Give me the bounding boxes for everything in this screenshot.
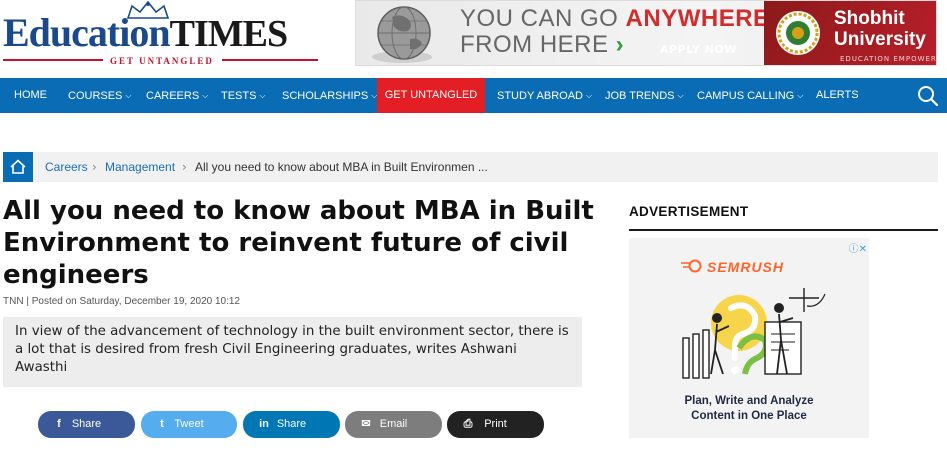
sidebar-ad-caption-line2: Content in One Place [691,410,807,422]
breadcrumb-separator: › [92,160,97,174]
logo-rule-left [3,59,103,61]
ad-headline-1: YOU CAN GO ANYWHERE [460,5,770,33]
share-email-label: Email [379,418,408,430]
logo-education: Education [3,10,171,55]
nav-get-untangled-label: GET UNTANGLED [384,89,478,101]
breadcrumb-careers[interactable]: Careers [45,152,88,182]
logo-times: TIMES [169,13,288,55]
ad-apply-now[interactable]: APPLY NOW [660,43,737,56]
chevron-down-icon: ⌵ [586,91,593,100]
site-logo[interactable]: EducationTIMES GET UNTANGLED [0,0,330,72]
chevron-down-icon: ⌵ [797,91,804,100]
ad-illustration-icon [682,288,826,379]
advertisement-heading: ADVERTISEMENT [629,204,749,219]
nav-campus-calling[interactable]: CAMPUS CALLING ⌵ [697,78,803,113]
nav-courses-label: COURSES [68,90,123,102]
main-nav: HOME COURSES ⌵ CAREERS ⌵ TESTS ⌵ SCHOLARSHI… [0,78,947,113]
nav-careers[interactable]: CAREERS ⌵ [146,78,208,113]
nav-courses[interactable]: COURSES ⌵ [68,78,131,113]
nav-scholarships-label: SCHOLARSHIPS [282,90,369,102]
semrush-flame-icon [681,259,702,273]
home-icon [10,159,26,174]
share-print-label: Print [484,418,507,430]
ad-brand-line1: Shobhit [834,8,905,29]
article-title: All you need to know about MBA in Built … [3,196,594,290]
header-ad-banner[interactable]: YOU CAN GO ANYWHERE FROM HERE › Shobhit … [355,0,937,66]
ad-brand-panel: Shobhit University EDUCATION EMPOWERS [764,1,937,65]
sidebar-ad-caption: Plan, Write and Analyze Content in One P… [629,394,869,424]
ad-arrow-icon: › [615,31,625,58]
share-facebook-label: Share [71,418,102,430]
chevron-down-icon: ⌵ [125,91,132,100]
share-print-button[interactable]: ⎙ Print [447,411,544,438]
breadcrumb-current: All you need to know about MBA in Built … [195,160,488,174]
share-email-button[interactable]: ✉ Email [345,411,442,438]
semrush-logo: SEMRUSH [707,259,785,275]
nav-alerts[interactable]: ALERTS [816,78,859,113]
ad-headline-prefix: YOU CAN GO [460,5,626,32]
nav-scholarships[interactable]: SCHOLARSHIPS ⌵ [282,78,377,113]
breadcrumb-home[interactable] [3,152,33,182]
nav-study-abroad[interactable]: STUDY ABROAD ⌵ [497,78,592,113]
ad-headline-line2: FROM HERE [460,31,609,58]
advertisement-divider [629,229,938,231]
nav-get-untangled[interactable]: GET UNTANGLED [377,78,485,113]
share-facebook-button[interactable]: f Share [38,411,135,438]
search-icon[interactable] [916,84,940,108]
share-twitter-label: Tweet [174,418,204,430]
nav-careers-label: CAREERS [146,90,200,102]
university-seal-icon [776,11,820,55]
breadcrumb: Careers › Management › All you need to k… [3,152,938,182]
logo-rule-right [222,59,318,61]
chevron-down-icon: ⌵ [202,91,209,100]
nav-job-trends-label: JOB TRENDS [605,90,675,102]
ad-headline-2: FROM HERE › [460,31,624,59]
nav-tests-label: TESTS [221,90,257,102]
nav-home[interactable]: HOME [14,78,47,113]
breadcrumb-management[interactable]: Management [105,152,175,182]
ad-brand-tagline: EDUCATION EMPOWERS [840,55,937,63]
share-linkedin-button[interactable]: in Share [243,411,340,438]
ad-brand-line2: University [834,29,926,50]
ad-choices-icon[interactable]: ⓘ✕ [849,240,867,255]
share-linkedin-label: Share [276,418,307,430]
article-meta: TNN | Posted on Saturday, December 19, 2… [3,296,240,307]
chevron-down-icon: ⌵ [259,91,266,100]
nav-tests[interactable]: TESTS ⌵ [221,78,266,113]
nav-campus-calling-label: CAMPUS CALLING [697,90,795,102]
sidebar-ad-caption-line1: Plan, Write and Analyze [684,395,814,407]
breadcrumb-separator: › [182,160,187,174]
sidebar-ad[interactable]: ⓘ✕ SEMRUSH Plan, Write and Analyze Conte… [629,238,869,438]
globe-icon [372,6,432,63]
nav-job-trends[interactable]: JOB TRENDS ⌵ [605,78,684,113]
nav-alerts-label: ALERTS [816,89,859,101]
chevron-down-icon: ⌵ [677,91,684,100]
nav-study-abroad-label: STUDY ABROAD [497,90,583,102]
nav-home-label: HOME [14,89,47,101]
share-twitter-button[interactable]: t Tweet [141,411,237,438]
logo-wordmark: EducationTIMES [3,10,288,57]
logo-tagline: GET UNTANGLED [110,56,214,66]
ad-headline-highlight: ANYWHERE [625,5,770,32]
article-summary: In view of the advancement of technology… [3,317,582,387]
